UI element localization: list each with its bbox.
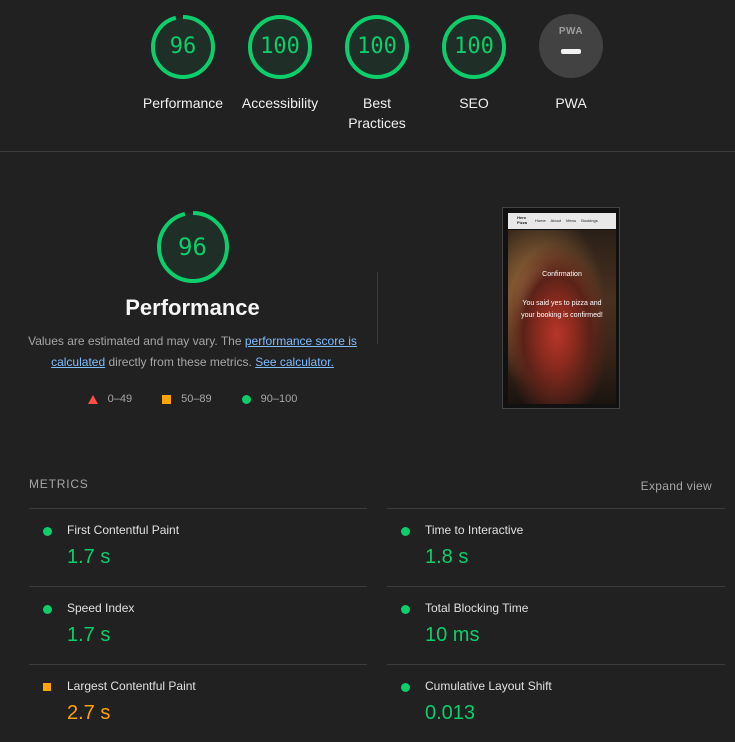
metric-name: Cumulative Layout Shift [425,679,552,693]
metric-name: First Contentful Paint [67,523,180,537]
gauge-label: Accessibility [241,95,319,111]
legend-label: 50–89 [181,393,212,405]
metric-value: 10 ms [425,624,480,646]
metric-value: 2.7 s [67,702,111,724]
metric-value: 0.013 [425,702,476,724]
gauge-label: Best Practices [348,95,406,131]
metric-divider [387,664,725,665]
metric-value: 1.7 s [67,624,111,646]
metric-name: Speed Index [67,601,135,615]
performance-title: Performance [125,295,260,320]
circle-icon [241,394,251,404]
metrics-header: METRICS [29,477,89,491]
gauge-performance[interactable]: 96 Performance [133,14,233,113]
pass-circle-icon [43,527,52,536]
metric-divider [29,586,367,587]
gauge-label: PWA [555,95,587,111]
gauge-label: SEO [459,95,489,111]
desc-text: Values are estimated and may vary. The [28,334,245,348]
metric-divider [29,664,367,665]
legend-average: 50–89 [162,393,212,405]
score-ring: 100 [344,14,410,80]
performance-description: Values are estimated and may vary. The p… [20,331,365,373]
metric-value: 1.8 s [425,546,469,568]
score-legend: 0–49 50–89 90–100 [20,393,365,405]
performance-score-ring: 96 [156,210,230,284]
score-ring: 100 [247,14,313,80]
see-calculator-link[interactable]: See calculator. [255,355,334,369]
gauge-pwa[interactable]: PWA PWA [521,14,621,113]
gauge-label: Performance [142,95,224,111]
square-icon [162,394,172,404]
legend-label: 0–49 [107,393,133,405]
pass-circle-icon [401,683,410,692]
metric-name: Total Blocking Time [425,601,529,615]
pass-circle-icon [43,605,52,614]
metric-time-to-interactive: Time to Interactive 1.8 s [387,508,725,586]
screenshot-title: Confirmation [542,271,582,278]
header-divider [0,151,735,152]
expand-view-button[interactable]: Expand view [641,479,712,493]
gauge-seo[interactable]: 100 SEO [424,14,524,113]
gauge-best-practices[interactable]: 100 Best Practices [327,14,427,133]
score-value: 96 [169,34,197,59]
vertical-divider [377,272,378,344]
final-screenshot[interactable]: Hero Pizza Home About Menu Bookings Conf… [502,207,620,409]
metric-speed-index: Speed Index 1.7 s [29,586,367,664]
performance-summary: 96 Performance Values are estimated and … [20,210,365,405]
legend-pass: 90–100 [241,393,298,405]
triangle-icon [87,394,98,404]
legend-fail: 0–49 [87,393,133,405]
score-value: 100 [260,34,300,59]
metric-name: Largest Contentful Paint [67,679,196,693]
pwa-badge-icon: PWA [539,14,603,78]
metric-total-blocking-time: Total Blocking Time 10 ms [387,586,725,664]
screenshot-message: You said yes to pizza and your booking i… [521,300,603,319]
average-square-icon [43,683,51,691]
pwa-dash-icon [561,49,581,54]
score-ring: 100 [441,14,507,80]
pwa-badge-text: PWA [558,26,584,37]
score-value: 100 [454,34,494,59]
pass-circle-icon [401,527,410,536]
gauge-accessibility[interactable]: 100 Accessibility [230,14,330,113]
desc-text: directly from these metrics. [105,355,256,369]
metric-name: Time to Interactive [425,523,524,537]
metric-value: 1.7 s [67,546,111,568]
screenshot-navbar: Hero Pizza Home About Menu Bookings [508,213,616,229]
legend-label: 90–100 [260,393,298,405]
metric-divider [387,508,725,509]
metric-divider [29,508,367,509]
score-value: 100 [357,34,397,59]
performance-score-value: 96 [178,233,207,261]
metric-first-contentful-paint: First Contentful Paint 1.7 s [29,508,367,586]
metric-divider [387,586,725,587]
pass-circle-icon [401,605,410,614]
screenshot-brand: Hero Pizza [517,215,528,225]
score-ring: 96 [150,14,216,80]
metric-largest-contentful-paint: Largest Contentful Paint 2.7 s [29,664,367,742]
metric-cumulative-layout-shift: Cumulative Layout Shift 0.013 [387,664,725,742]
screenshot-nav-links: Home About Menu Bookings [535,218,598,223]
category-gauges: 96 Performance 100 Accessibility 100 Bes… [0,0,735,151]
